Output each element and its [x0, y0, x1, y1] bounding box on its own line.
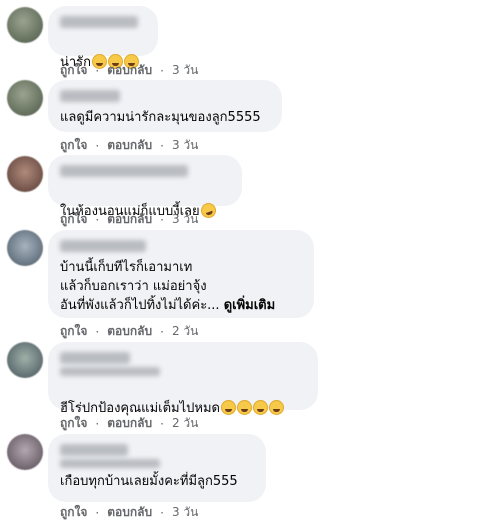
- timestamp[interactable]: 2 วัน: [172, 322, 198, 341]
- avatar[interactable]: [7, 342, 43, 378]
- timestamp[interactable]: 2 วัน: [172, 414, 198, 433]
- comment-actions: ถูกใจ · ตอบกลับ · 3 วัน: [60, 61, 198, 80]
- author-name[interactable]: [60, 90, 120, 102]
- reply-button[interactable]: ตอบกลับ: [107, 61, 152, 80]
- comment-actions: ถูกใจ · ตอบกลับ · 2 วัน: [60, 322, 198, 341]
- comment-bubble: แลดูมีความน่ารักละมุนของลูก5555: [48, 80, 282, 132]
- reply-button[interactable]: ตอบกลับ: [107, 414, 152, 433]
- avatar[interactable]: [7, 80, 43, 116]
- comment-actions: ถูกใจ · ตอบกลับ · 3 วัน: [60, 136, 198, 155]
- comment-actions: ถูกใจ · ตอบกลับ · 3 วัน: [60, 503, 198, 522]
- timestamp[interactable]: 3 วัน: [172, 503, 198, 522]
- reply-button[interactable]: ตอบกลับ: [107, 503, 152, 522]
- beaming-face-icon: [268, 400, 284, 415]
- author-subtitle: [60, 459, 160, 468]
- timestamp[interactable]: 3 วัน: [172, 136, 198, 155]
- reply-button[interactable]: ตอบกลับ: [107, 136, 152, 155]
- comment-text: บ้านนี้เก็บทีไรก็เอามาเท แล้วก็บอกเราว่า…: [60, 260, 220, 313]
- rolling-laugh-face-icon: [198, 200, 218, 221]
- beaming-face-icon: [236, 400, 252, 415]
- avatar[interactable]: [7, 156, 43, 192]
- comment-bubble: บ้านนี้เก็บทีไรก็เอามาเท แล้วก็บอกเราว่า…: [48, 230, 314, 318]
- comment-actions: ถูกใจ · ตอบกลับ · 2 วัน: [60, 414, 198, 433]
- like-button[interactable]: ถูกใจ: [60, 210, 87, 229]
- see-more-link[interactable]: ดูเพิ่มเติม: [224, 298, 275, 313]
- author-subtitle: [60, 367, 160, 376]
- comment-actions: ถูกใจ · ตอบกลับ · 3 วัน: [60, 210, 198, 229]
- like-button[interactable]: ถูกใจ: [60, 322, 87, 341]
- comment-bubble: น่ารัก: [48, 6, 158, 70]
- avatar[interactable]: [7, 434, 43, 470]
- author-name[interactable]: [60, 444, 128, 456]
- comment-text: เกือบทุกบ้านเลยมั้งคะที่มีลูก555: [60, 474, 238, 489]
- comment-bubble: ในห้องนอนแม่ก็แบบงี้เลย: [48, 155, 242, 221]
- comment-text: แลดูมีความน่ารักละมุนของลูก5555: [60, 110, 261, 125]
- author-name[interactable]: [60, 165, 188, 177]
- timestamp[interactable]: 3 วัน: [172, 61, 198, 80]
- beaming-face-icon: [252, 400, 268, 415]
- author-name[interactable]: [60, 16, 138, 28]
- reply-button[interactable]: ตอบกลับ: [107, 322, 152, 341]
- like-button[interactable]: ถูกใจ: [60, 136, 87, 155]
- beaming-face-icon: [220, 400, 236, 415]
- like-button[interactable]: ถูกใจ: [60, 414, 87, 433]
- avatar[interactable]: [7, 230, 43, 266]
- timestamp[interactable]: 3 วัน: [172, 210, 198, 229]
- avatar[interactable]: [7, 7, 43, 43]
- like-button[interactable]: ถูกใจ: [60, 61, 87, 80]
- author-name[interactable]: [60, 352, 130, 364]
- reply-button[interactable]: ตอบกลับ: [107, 210, 152, 229]
- comment-bubble: ฮีโร่ปกป้องคุณแม่เต็มไปหมด: [48, 342, 318, 416]
- author-name[interactable]: [60, 240, 146, 252]
- comment-bubble: เกือบทุกบ้านเลยมั้งคะที่มีลูก555: [48, 434, 266, 502]
- like-button[interactable]: ถูกใจ: [60, 503, 87, 522]
